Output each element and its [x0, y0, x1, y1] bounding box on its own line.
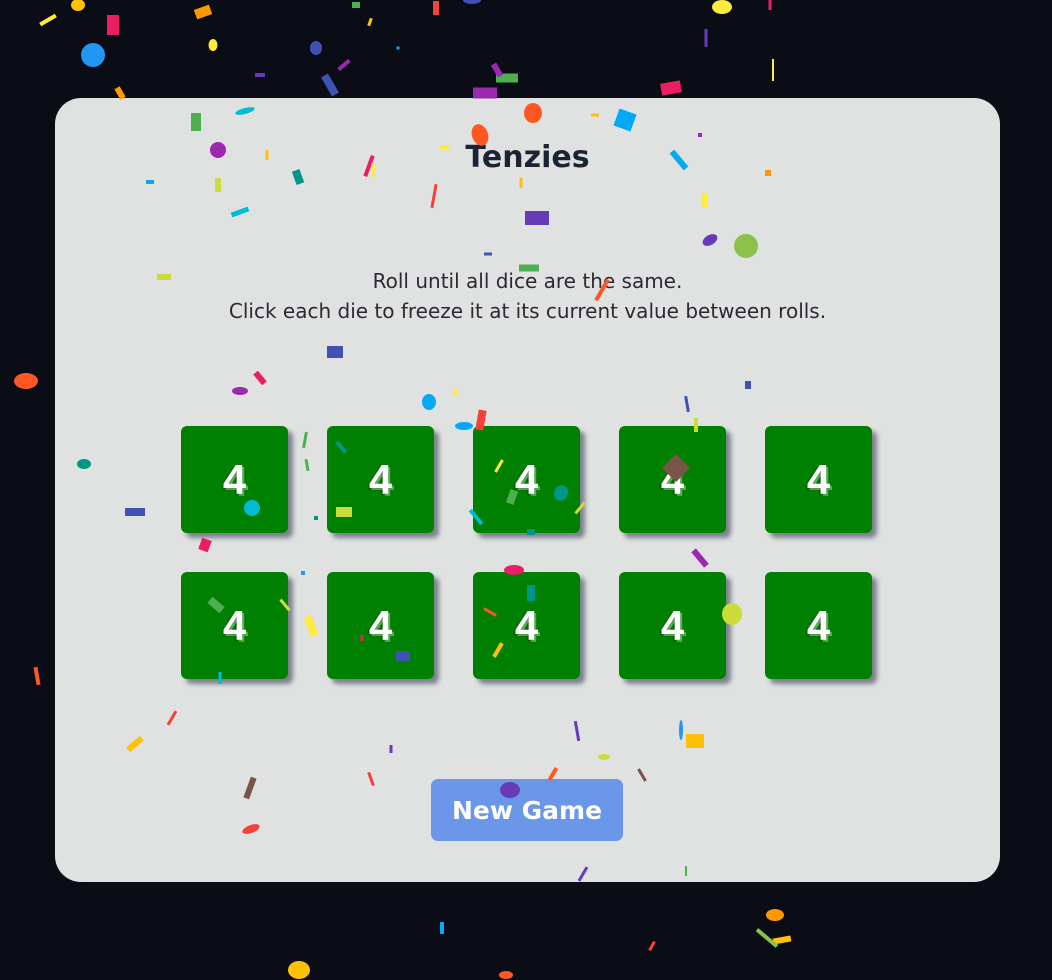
page-title: Tenzies — [465, 140, 590, 175]
confetti-piece — [433, 1, 439, 15]
confetti-piece — [321, 73, 339, 97]
die-4[interactable]: 4 — [619, 426, 726, 533]
instructions-line-2: Click each die to freeze it at its curre… — [228, 299, 827, 323]
confetti-piece — [352, 2, 360, 8]
die-value: 4 — [222, 601, 247, 649]
instructions-line-1: Roll until all dice are the same. — [372, 269, 683, 293]
die-value: 4 — [368, 601, 393, 649]
confetti-piece — [704, 29, 708, 47]
game-card: Tenzies Roll until all dice are the same… — [55, 98, 1000, 882]
die-6[interactable]: 4 — [181, 572, 288, 679]
die-value: 4 — [806, 455, 831, 503]
confetti-piece — [766, 909, 784, 921]
die-3[interactable]: 4 — [473, 426, 580, 533]
die-value: 4 — [806, 601, 831, 649]
confetti-piece — [440, 922, 444, 934]
instructions: Roll until all dice are the same. Click … — [55, 266, 1000, 326]
confetti-piece — [755, 928, 779, 948]
dice-grid: 4 4 4 4 4 4 4 4 4 4 — [181, 426, 875, 679]
die-value: 4 — [660, 455, 685, 503]
confetti-piece — [71, 0, 85, 11]
new-game-button[interactable]: New Game — [431, 779, 623, 841]
confetti-piece — [496, 73, 518, 83]
die-7[interactable]: 4 — [327, 572, 434, 679]
confetti-piece — [712, 0, 732, 14]
confetti-piece — [193, 4, 213, 20]
die-value: 4 — [222, 455, 247, 503]
confetti-piece — [396, 46, 400, 50]
die-2[interactable]: 4 — [327, 426, 434, 533]
confetti-piece — [337, 58, 351, 72]
confetti-piece — [39, 13, 57, 27]
die-value: 4 — [660, 601, 685, 649]
confetti-piece — [107, 15, 119, 35]
confetti-piece — [473, 87, 497, 99]
confetti-piece — [772, 59, 774, 81]
confetti-piece — [14, 373, 38, 389]
die-9[interactable]: 4 — [619, 572, 726, 679]
die-10[interactable]: 4 — [765, 572, 872, 679]
die-8[interactable]: 4 — [473, 572, 580, 679]
confetti-piece — [33, 666, 41, 686]
confetti-piece — [81, 43, 105, 67]
confetti-piece — [660, 80, 682, 96]
die-5[interactable]: 4 — [765, 426, 872, 533]
die-value: 4 — [514, 601, 539, 649]
confetti-piece — [768, 0, 772, 10]
confetti-piece — [367, 17, 373, 27]
die-1[interactable]: 4 — [181, 426, 288, 533]
confetti-piece — [208, 39, 218, 51]
confetti-piece — [648, 940, 656, 952]
confetti-piece — [499, 971, 513, 979]
confetti-piece — [310, 41, 322, 55]
confetti-piece — [255, 73, 265, 77]
confetti-piece — [288, 961, 310, 979]
confetti-piece — [772, 935, 792, 945]
die-value: 4 — [514, 455, 539, 503]
confetti-piece — [463, 0, 481, 4]
die-value: 4 — [368, 455, 393, 503]
confetti-piece — [490, 62, 504, 78]
